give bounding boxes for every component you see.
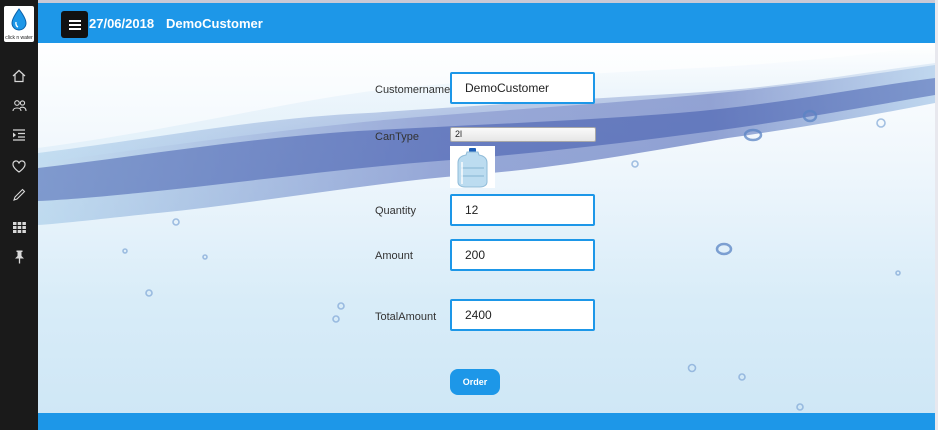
sidebar-item-pinned[interactable] xyxy=(0,246,38,268)
amount-label: Amount xyxy=(375,250,413,262)
water-drop-icon xyxy=(11,8,27,31)
hamburger-menu-icon xyxy=(68,19,81,30)
sidebar-item-home[interactable] xyxy=(0,65,38,87)
logo-text: click n water xyxy=(5,35,33,41)
users-icon xyxy=(11,99,27,111)
top-bar: 27/06/2018 DemoCustomer xyxy=(38,3,935,43)
quantity-label: Quantity xyxy=(375,205,416,217)
order-button[interactable]: Order xyxy=(450,369,500,395)
cantype-label: CanType xyxy=(375,131,420,143)
sidebar: click n water xyxy=(0,0,38,430)
water-can-image xyxy=(450,146,495,188)
customername-field[interactable]: DemoCustomer xyxy=(450,72,595,104)
sidebar-item-list[interactable] xyxy=(0,124,38,146)
footer-bar xyxy=(38,413,935,430)
sidebar-item-apps[interactable] xyxy=(0,216,38,238)
customername-label: Customername xyxy=(375,84,451,96)
app-logo[interactable]: click n water xyxy=(4,6,34,42)
sidebar-item-edit[interactable] xyxy=(0,184,38,206)
cantype-select[interactable]: 2l xyxy=(450,127,596,142)
sidebar-item-users[interactable] xyxy=(0,94,38,116)
grid-icon xyxy=(12,221,26,233)
totalamount-field[interactable]: 2400 xyxy=(450,299,595,331)
home-icon xyxy=(12,69,26,83)
menu-toggle-button[interactable] xyxy=(61,11,88,38)
pencil-icon xyxy=(13,188,26,201)
heart-icon xyxy=(12,159,26,173)
pin-icon xyxy=(14,250,24,264)
customer-name-header: DemoCustomer xyxy=(166,16,263,31)
sidebar-item-favorites[interactable] xyxy=(0,155,38,177)
amount-field[interactable]: 200 xyxy=(450,239,595,271)
current-date: 27/06/2018 xyxy=(89,16,155,31)
quantity-field[interactable]: 12 xyxy=(450,194,595,226)
indent-list-icon xyxy=(13,129,25,141)
totalamount-label: TotalAmount xyxy=(375,311,437,323)
